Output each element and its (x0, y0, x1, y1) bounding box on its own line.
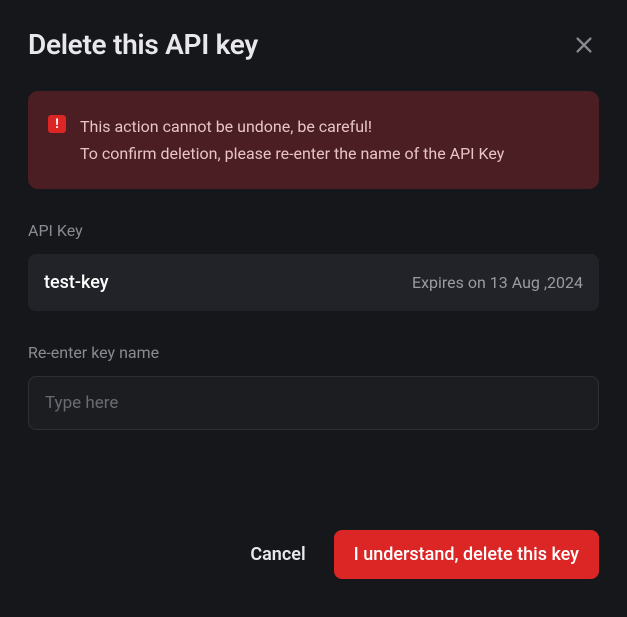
modal-header: Delete this API key (28, 28, 599, 61)
reenter-key-input[interactable] (28, 376, 599, 430)
modal-footer: Cancel I understand, delete this key (28, 530, 599, 579)
close-button[interactable] (569, 30, 599, 60)
close-icon (573, 34, 595, 56)
api-key-display: test-key Expires on 13 Aug ,2024 (28, 254, 599, 311)
warning-banner: ! This action cannot be undone, be caref… (28, 91, 599, 189)
delete-button[interactable]: I understand, delete this key (334, 530, 599, 579)
api-key-name: test-key (44, 272, 109, 293)
warning-line-2: To confirm deletion, please re-enter the… (80, 140, 504, 167)
api-key-label: API Key (28, 221, 599, 240)
alert-icon: ! (48, 115, 66, 133)
api-key-expiry: Expires on 13 Aug ,2024 (412, 273, 583, 292)
warning-text: This action cannot be undone, be careful… (80, 113, 504, 167)
reenter-label: Re-enter key name (28, 343, 599, 362)
warning-line-1: This action cannot be undone, be careful… (80, 113, 504, 140)
cancel-button[interactable]: Cancel (250, 544, 305, 565)
modal-title: Delete this API key (28, 28, 258, 61)
